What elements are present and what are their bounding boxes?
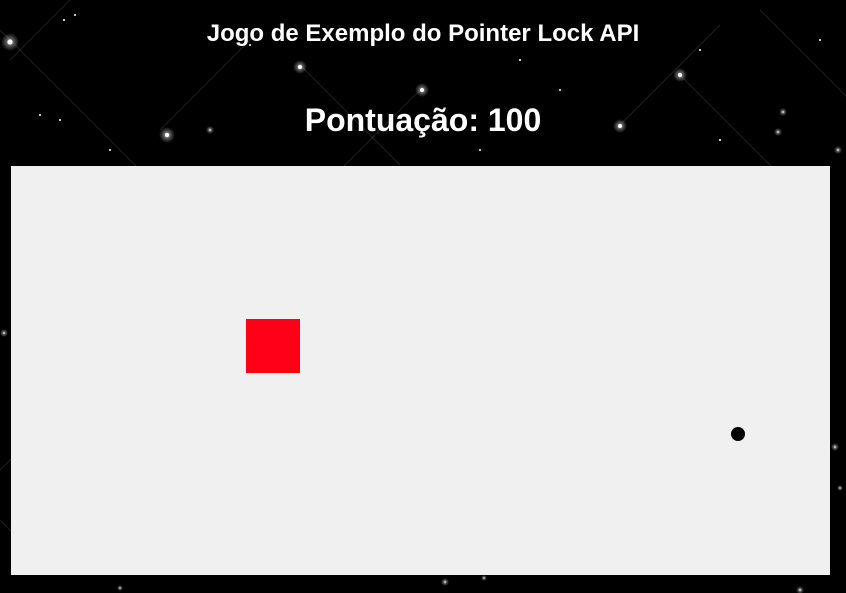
page-title: Jogo de Exemplo do Pointer Lock API — [206, 20, 640, 47]
game-canvas[interactable] — [11, 166, 830, 575]
score-display: Pontuação: 100 — [304, 102, 542, 138]
pointer-dot — [731, 427, 745, 441]
red-square-target — [246, 319, 300, 373]
